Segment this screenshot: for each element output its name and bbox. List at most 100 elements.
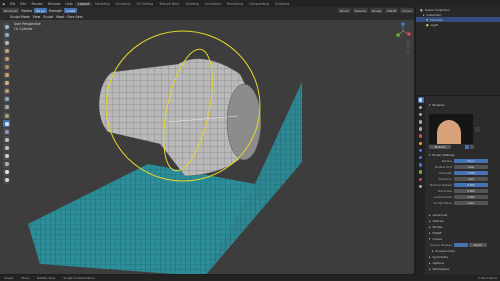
tab-texture-paint[interactable]: Texture Paint [156, 2, 183, 6]
view-layer-tab-icon[interactable] [418, 119, 424, 125]
tool-layer-icon[interactable] [3, 63, 10, 71]
menu-sculpt[interactable]: Sculpt [43, 15, 53, 19]
tool-mask-icon[interactable] [3, 168, 10, 176]
menu-edit[interactable]: Edit [18, 2, 29, 6]
chevron-right-icon: ▸ [429, 267, 431, 271]
hardness-field[interactable]: 0.000 [454, 188, 488, 194]
brush-name-field[interactable]: BlobAdd [429, 144, 451, 150]
radius-unit-field[interactable]: View [454, 164, 488, 170]
tab-sculpting[interactable]: Sculpting [113, 2, 134, 6]
section-title: Texture [432, 219, 444, 223]
tool-inflate-icon[interactable] [3, 71, 10, 79]
brush-preview-arrow-icon[interactable] [475, 126, 480, 132]
tab-rendering[interactable]: Rendering [224, 2, 246, 6]
header-texture-menu[interactable]: Texture [352, 8, 368, 13]
data-tab-icon[interactable] [418, 169, 424, 175]
menu-face-sets[interactable]: Face Sets [67, 15, 82, 19]
brush-preview-thumbnail[interactable] [429, 114, 473, 144]
cursor-display-toggle[interactable] [454, 242, 468, 248]
mesh-icon: ▼ [426, 17, 429, 22]
texture-tab-icon[interactable] [418, 183, 424, 189]
menu-window[interactable]: Window [45, 2, 63, 6]
scene-tab-icon[interactable] [418, 126, 424, 132]
tool-transform-icon[interactable] [3, 176, 10, 184]
chevron-right-icon: ▸ [432, 249, 434, 253]
tool-draw-sharp-icon[interactable] [3, 31, 10, 39]
tool-flatten-icon[interactable] [3, 103, 10, 111]
tool-elastic-deform-icon[interactable] [3, 152, 10, 160]
menu-file[interactable]: File [7, 2, 17, 6]
tool-clay-strips-icon[interactable] [3, 47, 10, 55]
tab-modeling[interactable]: Modeling [92, 2, 113, 6]
chevron-right-icon: ▸ [429, 255, 431, 259]
render-tab-icon[interactable] [418, 104, 424, 110]
autosmooth-field[interactable]: 0.000 [454, 194, 488, 200]
normal-radius-field[interactable]: 0.500 [454, 182, 488, 188]
header-stroke-menu[interactable]: Stroke [369, 8, 384, 13]
cursor-display-field[interactable]: Cursor [469, 242, 487, 248]
chevron-right-icon: ▸ [429, 225, 431, 229]
chevron-right-icon: ▸ [429, 231, 431, 235]
output-tab-icon[interactable] [418, 112, 424, 118]
sculpt-plane-field[interactable]: Area [454, 200, 488, 206]
tool-fill-icon[interactable] [3, 112, 10, 120]
strength-label: Strength [48, 8, 63, 13]
tool-tab-icon[interactable] [417, 97, 424, 104]
workspace-section[interactable]: ▸ Workspace [426, 266, 500, 272]
physics-tab-icon[interactable] [418, 155, 424, 161]
tool-multiplane-scrape-icon[interactable] [3, 128, 10, 136]
blender-logo-icon[interactable]: ◆ [0, 2, 7, 6]
direction-field[interactable]: Add [454, 176, 488, 182]
tool-smooth-icon[interactable] [3, 95, 10, 103]
mode-selector[interactable]: Sculpt Mode [10, 15, 30, 19]
modifier-tab-icon[interactable] [418, 148, 424, 154]
menu-render[interactable]: Render [29, 2, 45, 6]
header-falloff-menu[interactable]: Falloff [385, 8, 399, 13]
strength-value-field[interactable]: 0.500 [454, 170, 488, 176]
material-tab-icon[interactable] [418, 176, 424, 182]
tool-grab-icon[interactable] [3, 144, 10, 152]
axis-x-icon [407, 32, 411, 36]
tab-animation[interactable]: Animation [202, 2, 224, 6]
tab-layout[interactable]: Layout [75, 1, 93, 6]
tab-scripting[interactable]: Scripting [272, 2, 292, 6]
tool-pinch-icon[interactable] [3, 136, 10, 144]
navigation-gizmo[interactable] [394, 22, 412, 56]
tool-clay-thumb-icon[interactable] [3, 55, 10, 63]
tab-compositing[interactable]: Compositing [246, 2, 272, 6]
tool-crease-icon[interactable] [3, 87, 10, 95]
new-brush-icon[interactable] [470, 145, 474, 149]
brush-selector[interactable]: Blob/Add [2, 8, 20, 13]
brushes-section-header[interactable]: ▾ Brushes [426, 102, 500, 108]
tool-scrape-icon[interactable] [3, 120, 10, 128]
object-tab-icon[interactable] [418, 140, 424, 146]
header-brush-menu[interactable]: Brush [338, 8, 351, 13]
radius-field[interactable]: 50 px [34, 8, 47, 13]
menu-mask[interactable]: Mask [56, 15, 64, 19]
tab-shading[interactable]: Shading [183, 2, 202, 6]
header-cursor-menu[interactable]: Cursor [400, 8, 414, 13]
section-title: Brushes [432, 103, 445, 107]
collection-label: (1) Cylinder [14, 26, 33, 31]
world-tab-icon[interactable] [418, 133, 424, 139]
tool-blob-icon[interactable] [3, 79, 10, 87]
outliner-row-label: Light [430, 22, 439, 27]
outliner-row-label: Cylinder [430, 17, 443, 22]
cone-rim [226, 83, 262, 161]
menu-view[interactable]: View [33, 15, 41, 19]
chevron-down-icon: ▾ [429, 103, 431, 107]
strength-field[interactable]: 0.500 [64, 8, 77, 13]
tab-uv-editing[interactable]: UV Editing [133, 2, 156, 6]
constraint-tab-icon[interactable] [418, 162, 424, 168]
section-title: Cursor [432, 237, 443, 241]
tool-clay-icon[interactable] [3, 39, 10, 47]
outliner-row[interactable]: ● Light [416, 22, 500, 27]
fake-user-icon[interactable] [465, 145, 469, 149]
tool-snake-hook-icon[interactable] [3, 160, 10, 168]
menu-help[interactable]: Help [63, 2, 75, 6]
section-title: Inverse Color [435, 249, 456, 253]
3d-viewport[interactable] [0, 14, 414, 274]
tool-draw-icon[interactable] [3, 23, 10, 30]
viewport-scene [28, 30, 302, 274]
radius-value-field[interactable]: 50 px [454, 158, 488, 164]
